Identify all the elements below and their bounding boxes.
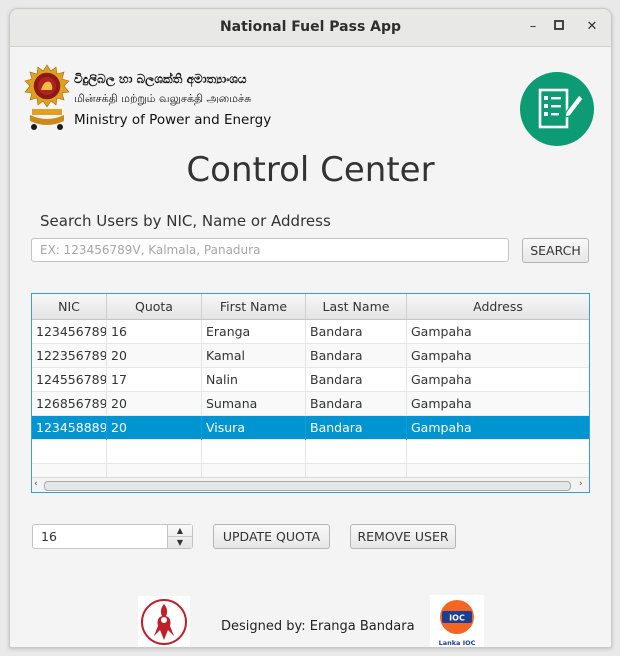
cell-address: Gampaha	[411, 420, 472, 435]
column-header-nic[interactable]: NIC	[32, 294, 107, 319]
close-icon[interactable]: ✕	[584, 19, 600, 35]
quota-spinner[interactable]: ▲ ▼	[32, 524, 193, 549]
main-content: විදුලිබල හා බලශක්ති අමාත්‍යාංශය மின்சக்த…	[10, 47, 611, 647]
cell-quota: 20	[107, 416, 202, 440]
cell-quota: 17	[107, 368, 202, 392]
cell-nic: 122356789	[32, 344, 107, 368]
lanka-ioc-logo-text: Lanka IOC	[439, 639, 476, 647]
cell-first-name: Sumana	[202, 392, 306, 416]
column-header-address[interactable]: Address	[407, 294, 589, 319]
cell-first-name: Nalin	[202, 368, 306, 392]
spinner-up-icon[interactable]: ▲	[168, 525, 192, 537]
search-button[interactable]: SEARCH	[522, 238, 589, 263]
cell-last-name: Bandara	[306, 416, 407, 440]
page-title: Control Center	[186, 150, 435, 190]
cell-address: Gampaha	[411, 396, 472, 411]
cell-last-name: Bandara	[306, 368, 407, 392]
maximize-icon[interactable]	[551, 19, 567, 35]
remove-user-button[interactable]: REMOVE USER	[350, 524, 456, 549]
window-title: National Fuel Pass App	[219, 19, 402, 35]
checklist-edit-icon	[519, 71, 595, 147]
cell-address: Gampaha	[411, 372, 472, 387]
search-input[interactable]	[31, 238, 509, 262]
scrollbar-thumb[interactable]	[44, 481, 571, 491]
cell-first-name: Kamal	[202, 344, 306, 368]
update-quota-button[interactable]: UPDATE QUOTA	[213, 524, 330, 549]
column-header-last-name[interactable]: Last Name	[306, 294, 407, 319]
cell-quota: 16	[107, 320, 202, 344]
cell-nic: 123458889	[32, 416, 107, 440]
cell-address: Gampaha	[411, 324, 472, 339]
empty-cell	[107, 440, 202, 464]
cell-nic: 126856789	[32, 392, 107, 416]
quota-input[interactable]	[33, 525, 163, 548]
ministry-sinhala: විදුලිබල හා බලශක්ති අමාත්‍යාංශය	[74, 72, 247, 86]
minimize-icon[interactable]: –	[525, 19, 541, 35]
cell-first-name: Visura	[202, 416, 306, 440]
cell-nic: 123456789	[32, 320, 107, 344]
column-header-quota[interactable]: Quota	[107, 294, 202, 319]
cell-quota: 20	[107, 392, 202, 416]
empty-cell	[202, 440, 306, 464]
users-table[interactable]: NIC Quota First Name Last Name Address 1…	[31, 293, 590, 493]
designer-credit: Designed by: Eranga Bandara	[221, 619, 415, 634]
empty-cell	[306, 440, 407, 464]
cell-last-name: Bandara	[306, 320, 407, 344]
table-row-selected[interactable]: 123458889 20 Visura Bandara Gampaha	[32, 416, 589, 440]
energy-logo-icon	[138, 596, 190, 647]
government-emblem-icon	[22, 63, 72, 133]
ministry-name-block: විදුලිබල හා බලශක්ති අමාත්‍යාංශය மின்சக்த…	[74, 69, 271, 131]
cell-nic: 124556789	[32, 368, 107, 392]
empty-row	[32, 440, 589, 464]
table-row[interactable]: 124556789 17 Nalin Bandara Gampaha	[32, 368, 589, 392]
cell-quota: 20	[107, 344, 202, 368]
spinner-down-icon[interactable]: ▼	[168, 537, 192, 548]
lanka-ioc-logo-icon: IOC Lanka IOC	[430, 595, 484, 647]
cell-last-name: Bandara	[306, 392, 407, 416]
cell-address: Gampaha	[411, 348, 472, 363]
cell-first-name: Eranga	[202, 320, 306, 344]
table-row[interactable]: 123456789 16 Eranga Bandara Gampaha	[32, 320, 589, 344]
scroll-left-icon[interactable]: ‹	[34, 479, 38, 489]
table-body: 123456789 16 Eranga Bandara Gampaha 1223…	[32, 320, 589, 488]
app-window: National Fuel Pass App – ✕ විදුලිබල හා බ…	[9, 8, 612, 648]
table-row[interactable]: 122356789 20 Kamal Bandara Gampaha	[32, 344, 589, 368]
horizontal-scrollbar[interactable]: ‹ ›	[32, 477, 589, 492]
empty-cell	[407, 440, 589, 464]
ministry-english: Ministry of Power and Energy	[74, 112, 272, 128]
empty-cell	[32, 440, 107, 464]
column-header-first-name[interactable]: First Name	[202, 294, 306, 319]
cell-last-name: Bandara	[306, 344, 407, 368]
spinner-buttons: ▲ ▼	[167, 525, 192, 548]
ioc-logo-text: IOC	[449, 614, 465, 623]
scroll-right-icon[interactable]: ›	[579, 479, 583, 489]
title-bar[interactable]: National Fuel Pass App – ✕	[10, 9, 611, 47]
search-label: Search Users by NIC, Name or Address	[40, 212, 331, 230]
ministry-tamil: மின்சக்தி மற்றும் வலுசக்தி அமைச்சு	[74, 92, 252, 105]
table-header: NIC Quota First Name Last Name Address	[32, 294, 589, 320]
table-row[interactable]: 126856789 20 Sumana Bandara Gampaha	[32, 392, 589, 416]
